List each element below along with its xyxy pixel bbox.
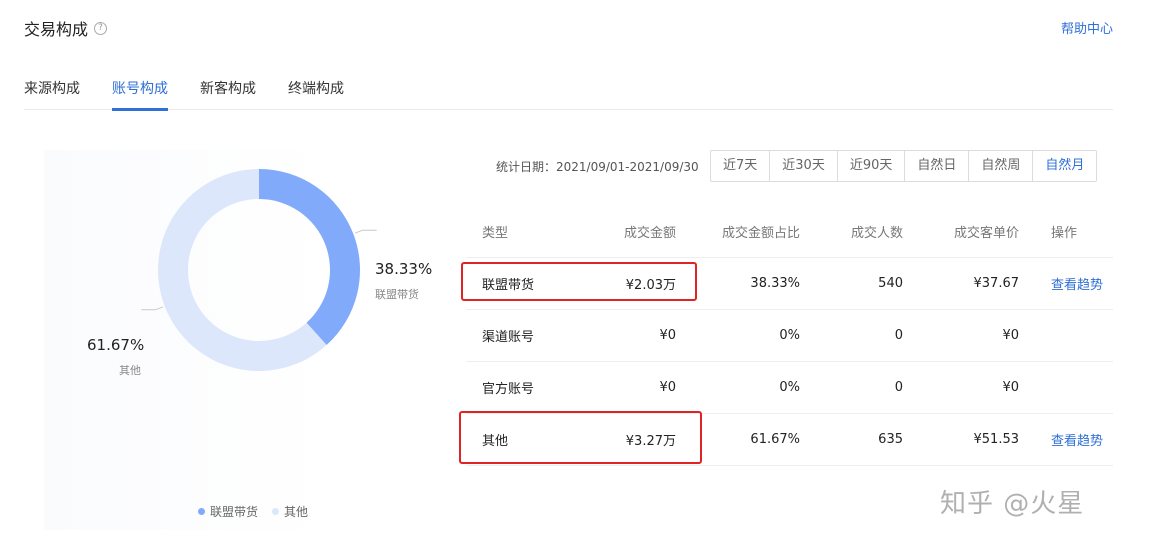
- column-header-type: 类型: [482, 226, 509, 241]
- range-natural-day-button[interactable]: 自然日: [905, 151, 970, 181]
- range-natural-week-button[interactable]: 自然周: [969, 151, 1034, 181]
- watermark: 知乎 @火星: [940, 489, 1085, 519]
- cell-type: 官方账号: [482, 382, 535, 397]
- chart-legend: 联盟带货 其他: [198, 503, 308, 520]
- cell-amount: ¥2.03万: [625, 278, 676, 293]
- stat-date-label: 统计日期：2021/09/01-2021/09/30: [496, 160, 699, 174]
- column-header-people: 成交人数: [850, 226, 903, 241]
- column-header-price: 成交客单价: [953, 226, 1019, 241]
- legend-dot-alliance: [198, 508, 205, 515]
- slice-name-label-alliance: 联盟带货: [375, 288, 419, 301]
- cell-amount: ¥0: [659, 380, 676, 395]
- cell-amount: ¥3.27万: [625, 434, 676, 449]
- tab-source[interactable]: 来源构成: [24, 78, 80, 110]
- cell-type: 其他: [482, 434, 509, 449]
- cell-price: ¥51.53: [973, 432, 1020, 447]
- column-header-ratio: 成交金额占比: [721, 226, 800, 241]
- slice-value-label-other: 61.67%: [87, 336, 145, 354]
- column-header-amount: 成交金额: [623, 226, 676, 241]
- legend-item-other[interactable]: 其他: [272, 503, 308, 520]
- table-row: 联盟带货 ¥2.03万 38.33% 540 ¥37.67 查看趋势: [466, 258, 1113, 310]
- cell-people: 540: [878, 276, 903, 291]
- view-trend-link[interactable]: 查看趋势: [1051, 434, 1103, 449]
- date-range-selector: 近7天 近30天 近90天 自然日 自然周 自然月: [710, 150, 1098, 182]
- table-header-row: 类型 成交金额 成交金额占比 成交人数 成交客单价 操作: [466, 206, 1113, 258]
- tab-account[interactable]: 账号构成: [112, 78, 168, 111]
- cell-people: 0: [894, 380, 903, 395]
- tab-terminal[interactable]: 终端构成: [288, 78, 344, 110]
- cell-price: ¥0: [1002, 380, 1019, 395]
- donut-slice-alliance[interactable]: [259, 169, 360, 346]
- table-row: 其他 ¥3.27万 61.67% 635 ¥51.53 查看趋势: [466, 414, 1113, 466]
- column-header-operation: 操作: [1051, 226, 1078, 241]
- cell-price: ¥37.67: [973, 276, 1020, 291]
- slice-name-label-other: 其他: [119, 364, 141, 377]
- cell-ratio: 0%: [779, 380, 800, 395]
- cell-amount: ¥0: [659, 328, 676, 343]
- help-icon[interactable]: ?: [94, 21, 108, 35]
- tab-new-customer[interactable]: 新客构成: [200, 78, 256, 110]
- cell-ratio: 61.67%: [750, 432, 800, 447]
- cell-price: ¥0: [1002, 328, 1019, 343]
- section-title-text: 交易构成: [24, 20, 89, 39]
- view-trend-link[interactable]: 查看趋势: [1051, 278, 1103, 293]
- legend-item-alliance[interactable]: 联盟带货: [198, 503, 258, 520]
- cell-type: 联盟带货: [482, 278, 535, 293]
- legend-label-alliance: 联盟带货: [210, 505, 259, 519]
- legend-label-other: 其他: [284, 505, 309, 519]
- slice-value-label-alliance: 38.33%: [375, 260, 433, 278]
- leader-line-other: [141, 306, 164, 311]
- range-90-days-button[interactable]: 近90天: [838, 151, 906, 181]
- donut-chart-area: 38.33% 联盟带货 61.67% 其他: [44, 150, 454, 530]
- cell-ratio: 38.33%: [750, 276, 800, 291]
- composition-table: 类型 成交金额 成交金额占比 成交人数 成交客单价 操作 联盟带货 ¥2.03万…: [466, 206, 1113, 466]
- table-row: 官方账号 ¥0 0% 0 ¥0: [466, 362, 1113, 414]
- cell-ratio: 0%: [779, 328, 800, 343]
- range-30-days-button[interactable]: 近30天: [770, 151, 838, 181]
- section-title: 交易构成 ?: [24, 16, 108, 40]
- cell-people: 0: [894, 328, 903, 343]
- cell-people: 635: [878, 432, 903, 447]
- tab-bar: 来源构成 账号构成 新客构成 终端构成: [24, 78, 1113, 111]
- range-7-days-button[interactable]: 近7天: [711, 151, 771, 181]
- leader-line-alliance: [354, 229, 377, 234]
- table-row: 渠道账号 ¥0 0% 0 ¥0: [466, 310, 1113, 362]
- legend-dot-other: [272, 508, 280, 515]
- help-center-link[interactable]: 帮助中心: [1061, 18, 1113, 37]
- cell-type: 渠道账号: [482, 330, 535, 345]
- range-natural-month-button[interactable]: 自然月: [1033, 151, 1096, 181]
